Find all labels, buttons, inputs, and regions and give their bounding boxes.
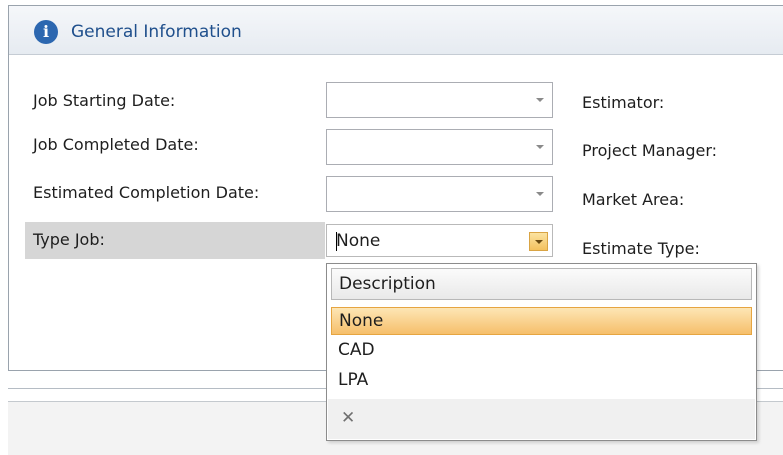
option-label: LPA: [338, 370, 369, 390]
estimated-completion-date-field[interactable]: [326, 176, 553, 212]
job-completed-date-field[interactable]: [326, 129, 553, 165]
estimated-completion-date-label: Estimated Completion Date:: [33, 183, 260, 202]
type-job-row: Type Job:: [25, 222, 325, 259]
dropdown-option-none[interactable]: None: [331, 307, 752, 335]
description-header-label: Description: [339, 274, 436, 294]
dropdown-button[interactable]: [529, 232, 548, 251]
panel-title: General Information: [71, 22, 242, 42]
type-job-value: None: [336, 231, 381, 251]
type-job-label: Type Job:: [33, 230, 105, 249]
option-label: None: [339, 311, 384, 331]
job-starting-date-field[interactable]: [326, 82, 553, 118]
dropdown-option-lpa[interactable]: LPA: [331, 367, 752, 395]
info-icon: i: [34, 20, 58, 44]
dropdown-footer: ✕: [328, 399, 755, 439]
type-job-dropdown-popup: Description None CAD LPA ✕: [326, 263, 757, 441]
market-area-label: Market Area:: [582, 190, 685, 209]
description-column-header[interactable]: Description: [331, 268, 752, 300]
chevron-down-icon: [535, 240, 543, 244]
chevron-down-icon[interactable]: [536, 98, 544, 102]
project-manager-label: Project Manager:: [582, 141, 718, 160]
type-job-combo[interactable]: None: [326, 224, 553, 257]
job-completed-date-label: Job Completed Date:: [33, 135, 199, 154]
chevron-down-icon[interactable]: [536, 145, 544, 149]
chevron-down-icon[interactable]: [536, 192, 544, 196]
job-starting-date-label: Job Starting Date:: [33, 91, 176, 110]
close-icon[interactable]: ✕: [341, 408, 355, 428]
estimator-label: Estimator:: [582, 93, 665, 112]
panel-header: i General Information: [9, 6, 783, 55]
estimate-type-label: Estimate Type:: [582, 239, 700, 258]
dropdown-option-cad[interactable]: CAD: [331, 337, 752, 365]
option-label: CAD: [338, 340, 375, 360]
